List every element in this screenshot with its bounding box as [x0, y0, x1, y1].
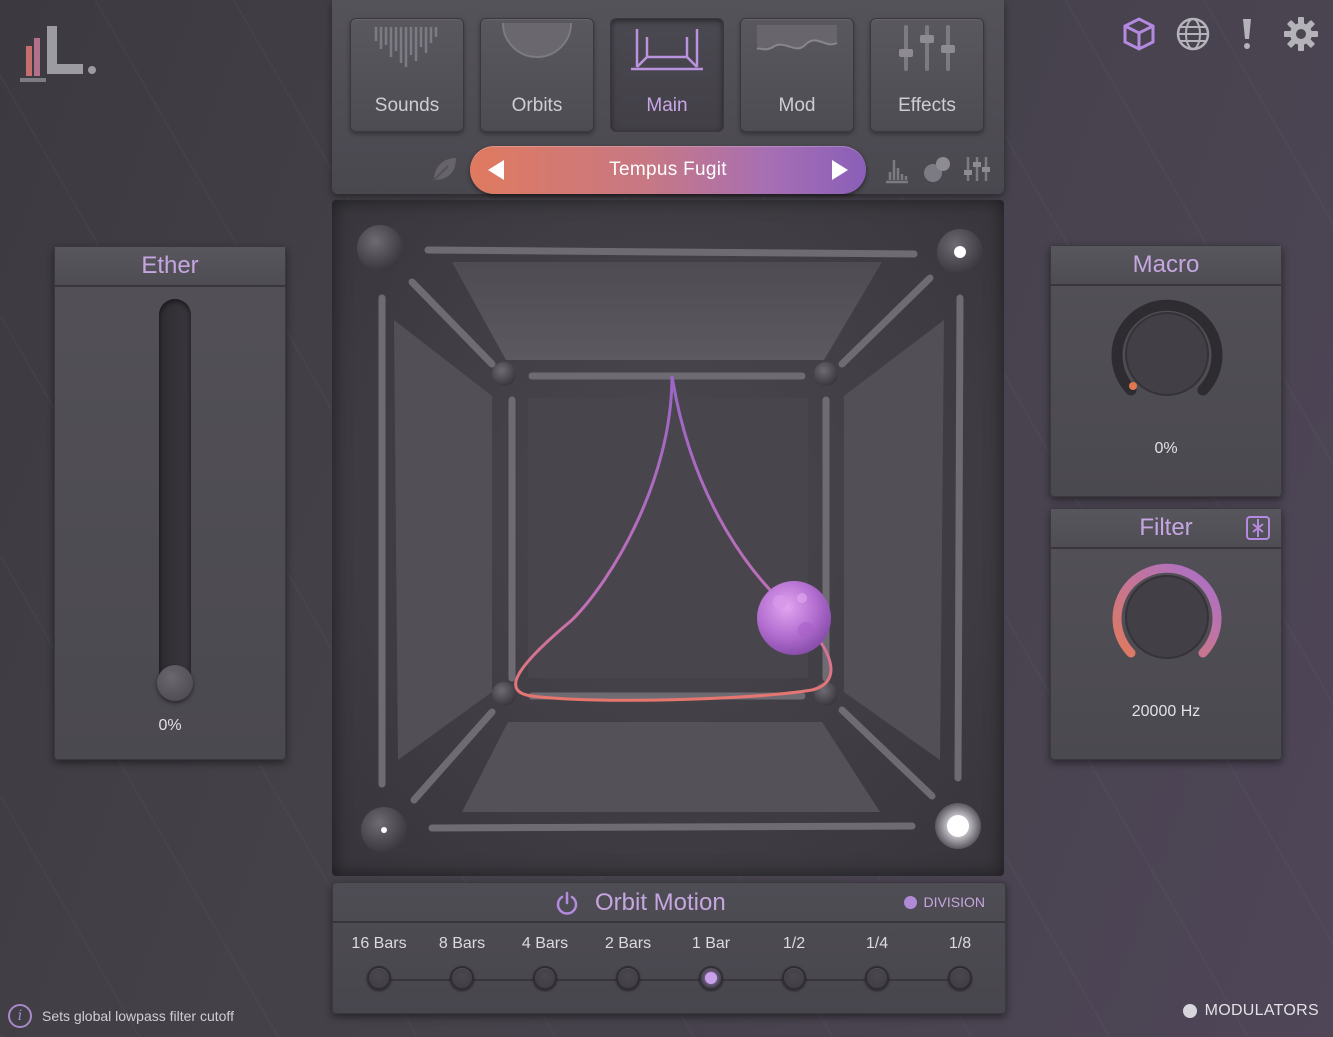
- modulators-indicator-dot: [1182, 1004, 1197, 1018]
- next-preset-arrow-icon[interactable]: [828, 158, 852, 182]
- preset-name: Tempus Fugit: [609, 159, 727, 180]
- tab-main[interactable]: Main: [610, 18, 724, 132]
- orbit-motion-panel: Orbit Motion DIVISION 16 Bars 8 Bars 4 B…: [332, 882, 1006, 1014]
- preset-selector[interactable]: Tempus Fugit: [470, 146, 866, 194]
- orbit-sphere[interactable]: [757, 581, 831, 655]
- filter-panel: Filter 20000 Hz: [1050, 508, 1282, 760]
- modulators-label: MODULATORS: [1204, 1002, 1319, 1019]
- corner-orb-top-left[interactable]: [357, 225, 403, 271]
- division-option-label: 16 Bars: [351, 935, 407, 952]
- division-label: DIVISION: [923, 894, 985, 910]
- tab-label: Sounds: [374, 95, 440, 116]
- ether-slider-track[interactable]: [159, 299, 191, 697]
- macro-value: 0%: [1154, 440, 1178, 457]
- filter-value: 20000 Hz: [1131, 703, 1201, 720]
- division-radio[interactable]: [616, 966, 640, 990]
- orbit-stage[interactable]: [332, 200, 1004, 876]
- division-option-1-bar[interactable]: 1 Bar: [671, 935, 751, 990]
- division-radio[interactable]: [865, 966, 889, 990]
- tab-label: Mod: [778, 95, 816, 116]
- orbit-motion-title: Orbit Motion: [595, 889, 726, 916]
- orbs-icon[interactable]: [920, 152, 954, 186]
- alert-icon[interactable]: [1227, 14, 1267, 54]
- tab-effects[interactable]: Effects: [870, 18, 984, 132]
- division-indicator-dot: [903, 895, 917, 909]
- division-selector: 16 Bars 8 Bars 4 Bars 2 Bars 1 Bar 1/2 1…: [333, 935, 1005, 1005]
- division-option-1-4[interactable]: 1/4: [837, 935, 917, 990]
- division-option-label: 4 Bars: [521, 935, 569, 952]
- division-radio-selected[interactable]: [699, 966, 723, 990]
- division-toggle[interactable]: DIVISION: [903, 894, 985, 910]
- cube-frame-icon: [611, 23, 723, 77]
- division-option-label: 1/4: [865, 935, 889, 952]
- tab-mod[interactable]: Mod: [740, 18, 854, 132]
- faders-icon: [871, 23, 983, 77]
- division-option-4-bars[interactable]: 4 Bars: [505, 935, 585, 990]
- division-option-label: 2 Bars: [604, 935, 652, 952]
- status-text: Sets global lowpass filter cutoff: [42, 1008, 234, 1024]
- top-right-toolbar: [1119, 14, 1321, 54]
- settings-gear-icon[interactable]: [1281, 14, 1321, 54]
- spectrum-icon[interactable]: [880, 152, 914, 186]
- division-option-label: 1 Bar: [691, 935, 731, 952]
- division-radio[interactable]: [450, 966, 474, 990]
- filter-expand-icon[interactable]: [1245, 515, 1271, 553]
- ether-panel: Ether 0%: [54, 246, 286, 760]
- cube-icon[interactable]: [1119, 14, 1159, 54]
- division-option-label: 1/8: [948, 935, 972, 952]
- mixer-icon[interactable]: [960, 152, 994, 186]
- division-option-16-bars[interactable]: 16 Bars: [339, 935, 419, 990]
- globe-icon[interactable]: [1173, 14, 1213, 54]
- power-icon[interactable]: [555, 891, 579, 915]
- division-radio[interactable]: [782, 966, 806, 990]
- tab-label: Orbits: [511, 95, 563, 116]
- macro-knob[interactable]: [1109, 296, 1225, 412]
- status-bar: i Sets global lowpass filter cutoff: [8, 1004, 234, 1028]
- macro-panel: Macro 0%: [1050, 245, 1282, 497]
- division-option-8-bars[interactable]: 8 Bars: [422, 935, 502, 990]
- macro-title: Macro: [1051, 246, 1281, 286]
- modulators-toggle[interactable]: MODULATORS: [1182, 1002, 1319, 1020]
- filter-title: Filter: [1139, 514, 1193, 541]
- division-option-2-bars[interactable]: 2 Bars: [588, 935, 668, 990]
- ether-value: 0%: [158, 717, 182, 734]
- filter-knob[interactable]: [1109, 559, 1225, 675]
- division-option-label: 1/2: [782, 935, 806, 952]
- navigation-panel: Sounds Orbits Main Mod Effects Tempus Fu…: [332, 0, 1004, 194]
- division-option-1-2[interactable]: 1/2: [754, 935, 834, 990]
- info-icon[interactable]: i: [8, 1004, 32, 1028]
- tab-sounds[interactable]: Sounds: [350, 18, 464, 132]
- division-option-1-8[interactable]: 1/8: [920, 935, 1000, 990]
- app-logo: [20, 20, 100, 86]
- ether-title: Ether: [55, 247, 285, 287]
- leaf-icon[interactable]: [428, 152, 462, 186]
- filter-header: Filter: [1051, 509, 1281, 549]
- tab-orbits[interactable]: Orbits: [480, 18, 594, 132]
- tab-label: Main: [646, 95, 688, 116]
- tab-label: Effects: [898, 95, 956, 116]
- cube-visualization: [357, 225, 983, 853]
- division-radio[interactable]: [533, 966, 557, 990]
- orbit-motion-header: Orbit Motion DIVISION: [333, 883, 1005, 923]
- division-option-label: 8 Bars: [438, 935, 486, 952]
- division-radio[interactable]: [948, 966, 972, 990]
- tab-bar: Sounds Orbits Main Mod Effects: [350, 18, 984, 132]
- ether-slider-thumb[interactable]: [157, 665, 193, 701]
- wave-line-icon: [741, 23, 853, 77]
- orbit-arc-icon: [481, 23, 593, 77]
- waveform-icon: [351, 23, 463, 77]
- division-radio[interactable]: [367, 966, 391, 990]
